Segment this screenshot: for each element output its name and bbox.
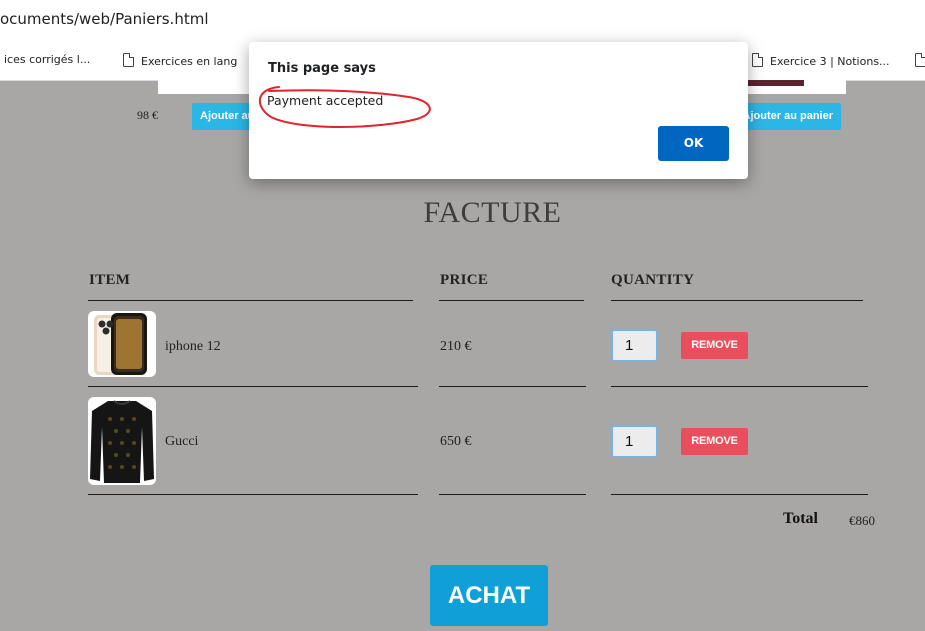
column-header-quantity: QUANTITY	[611, 272, 695, 288]
bookmark-label: Exercices en lang	[141, 55, 238, 68]
column-header-price: PRICE	[440, 272, 489, 288]
product-thumbnail-iphone	[88, 311, 156, 377]
item-price: 650 €	[440, 434, 472, 449]
row-divider	[439, 494, 586, 495]
header-divider	[88, 300, 413, 301]
product-price: 98 €	[137, 108, 158, 122]
page-icon	[123, 53, 134, 67]
dialog-title: This page says	[268, 61, 376, 76]
ok-button[interactable]: OK	[658, 126, 729, 161]
row-divider	[88, 494, 418, 495]
remove-button[interactable]: REMOVE	[681, 428, 748, 455]
item-name: Gucci	[165, 434, 199, 449]
quantity-input[interactable]: 1	[612, 426, 657, 457]
header-divider	[439, 300, 584, 301]
item-price: 210 €	[440, 339, 472, 354]
dialog-message: Payment accepted	[267, 93, 384, 108]
bookmark-item[interactable]	[915, 53, 925, 68]
product-thumbnail-gucci	[88, 397, 156, 485]
bookmark-item[interactable]: Exercices en lang	[123, 53, 237, 68]
add-to-cart-button[interactable]: Ajouter au panier	[740, 103, 841, 130]
bookmark-item[interactable]: Exercice 3 | Notions...	[752, 53, 890, 68]
row-divider	[611, 386, 868, 387]
page-icon	[915, 53, 925, 67]
bookmark-label: Exercice 3 | Notions...	[770, 55, 890, 68]
add-to-cart-label: Ajouter au panier	[742, 110, 833, 122]
iphone-image	[94, 313, 147, 375]
column-header-item: ITEM	[89, 272, 131, 288]
row-divider	[611, 494, 868, 495]
bookmark-item[interactable]: ices corrigés l...	[4, 53, 90, 66]
sweater-image	[90, 400, 154, 483]
total-label: Total	[783, 510, 818, 527]
item-name: iphone 12	[165, 339, 221, 354]
remove-button[interactable]: REMOVE	[681, 332, 748, 359]
url-text[interactable]: ocuments/web/Paniers.html	[0, 10, 208, 28]
invoice-title: FACTURE	[423, 196, 562, 229]
quantity-input[interactable]: 1	[612, 330, 657, 361]
address-bar[interactable]: ocuments/web/Paniers.html	[0, 0, 925, 38]
row-divider	[88, 386, 418, 387]
row-divider	[439, 386, 586, 387]
alert-dialog: This page says Payment accepted OK	[249, 42, 748, 179]
page-icon	[752, 53, 763, 67]
header-divider	[611, 300, 863, 301]
bookmark-label: ices corrigés l...	[4, 53, 91, 66]
buy-button[interactable]: ACHAT	[430, 565, 548, 626]
total-value: €860	[849, 513, 875, 528]
